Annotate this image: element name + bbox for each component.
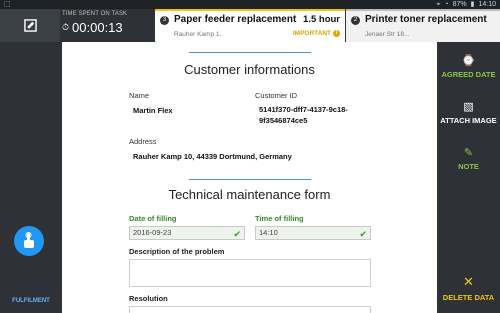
address-label: Address (129, 137, 157, 146)
wifi-icon: ◔ (444, 1, 449, 8)
battery-level: 87% (452, 1, 467, 8)
main-content: Customer informations Name Martin Flex C… (62, 42, 437, 313)
customer-id-label: Customer ID (255, 91, 298, 100)
timer-label: TIME SPENT ON TASK (62, 11, 128, 17)
customer-id-value: 5141f370-dff7-4137-9c18-9f3546874ce5 (259, 105, 348, 125)
name-value: Martin Flex (133, 106, 173, 115)
section-divider (189, 52, 311, 53)
timer-value: 00:00:13 (72, 20, 123, 35)
task-tab-active[interactable]: 3 Paper feeder replacement 1.5 hour Rauh… (155, 9, 345, 42)
date-label: Date of filling (129, 214, 177, 223)
customer-info-title: Customer informations (184, 62, 315, 77)
hand-pointer-icon (24, 232, 34, 248)
date-field[interactable]: 2016-09-23 ✔ (129, 226, 245, 240)
important-badge: IMPORTANT i (293, 30, 340, 37)
watch-icon: ⌚ (461, 55, 476, 67)
description-input[interactable] (129, 259, 371, 287)
resolution-input[interactable] (129, 306, 371, 313)
check-icon: ✔ (359, 229, 367, 239)
section-divider (189, 179, 311, 180)
location-icon: ⌖ (436, 1, 441, 8)
address-value: Rauher Kamp 10, 44339 Dortmund, Germany (133, 152, 292, 161)
info-icon: i (333, 30, 340, 37)
form-title: Technical maintenance form (168, 187, 331, 202)
agreed-date-button[interactable]: ⌚ AGREED DATE (437, 54, 500, 79)
pencil-icon: ✎ (463, 147, 474, 159)
time-field[interactable]: 14:10 ✔ (255, 226, 371, 240)
time-label: Time of filling (255, 214, 304, 223)
check-icon: ✔ (233, 229, 241, 239)
fulfilment-button[interactable] (14, 226, 44, 256)
task-tab-inactive[interactable]: 2 Printer toner replacement Jenaer Str 1… (346, 9, 500, 42)
attach-image-button[interactable]: ▧ ATTACH IMAGE (437, 100, 500, 125)
right-rail: ⌚ AGREED DATE ▧ ATTACH IMAGE ✎ NOTE ✕ DE… (437, 42, 500, 313)
stopwatch-icon: ⏱ (62, 22, 70, 32)
note-button[interactable]: ✎ NOTE (437, 146, 500, 171)
task-title: Printer toner replacement (365, 14, 487, 25)
delete-data-button[interactable]: ✕ DELETE DATA (437, 274, 500, 302)
edit-button[interactable] (0, 9, 60, 42)
status-bar: ⬚ ⌖ ◔ 87% ▮ 14:10 (0, 0, 500, 9)
image-icon: ▧ (463, 101, 474, 113)
edit-icon (23, 19, 37, 32)
notification-icon: ⬚ (4, 1, 11, 8)
description-label: Description of the problem (129, 247, 225, 256)
resolution-label: Resolution (129, 294, 168, 303)
header: TIME SPENT ON TASK ⏱ 00:00:13 3 Paper fe… (0, 9, 500, 42)
task-address: Rauher Kamp 1. (174, 31, 222, 38)
task-address: Jenaer Str 18... (365, 31, 410, 38)
fulfilment-label: FULFILMENT (12, 298, 50, 304)
battery-icon: ▮ (470, 1, 475, 8)
close-icon: ✕ (463, 274, 474, 289)
task-timer: TIME SPENT ON TASK ⏱ 00:00:13 (62, 11, 154, 41)
task-title: Paper feeder replacement (174, 14, 297, 25)
app-window: ⬚ ⌖ ◔ 87% ▮ 14:10 TIME SPENT ON TASK ⏱ 0… (0, 0, 500, 313)
left-rail (0, 42, 62, 313)
task-number: 3 (160, 16, 169, 25)
name-label: Name (129, 91, 150, 100)
task-duration: 1.5 hour (303, 14, 340, 25)
clock: 14:10 (478, 1, 496, 8)
task-number: 2 (351, 16, 360, 25)
